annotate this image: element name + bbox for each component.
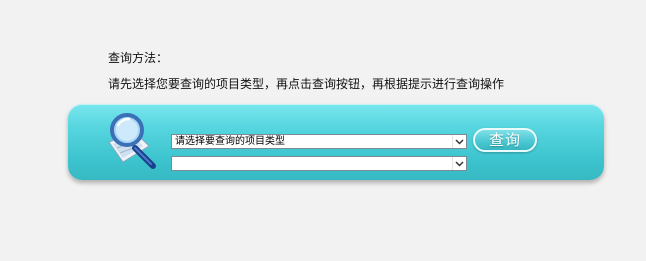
chevron-down-icon[interactable] [452, 157, 466, 170]
project-type-select[interactable]: 请选择要查询的项目类型 [171, 134, 467, 149]
search-panel: 请选择要查询的项目类型 查询 [68, 104, 604, 180]
sub-select[interactable] [171, 156, 467, 171]
chevron-down-icon[interactable] [452, 135, 466, 148]
project-type-select-value: 请选择要查询的项目类型 [175, 136, 285, 147]
magnifier-document-icon [108, 113, 156, 169]
instructions-heading: 查询方法： [108, 51, 169, 65]
instructions-body: 请先选择您要查询的项目类型，再点击查询按钮，再根据提示进行查询操作 [108, 77, 505, 91]
query-button[interactable]: 查询 [473, 128, 537, 152]
instructions: 查询方法： 请先选择您要查询的项目类型，再点击查询按钮，再根据提示进行查询操作 [108, 45, 504, 97]
